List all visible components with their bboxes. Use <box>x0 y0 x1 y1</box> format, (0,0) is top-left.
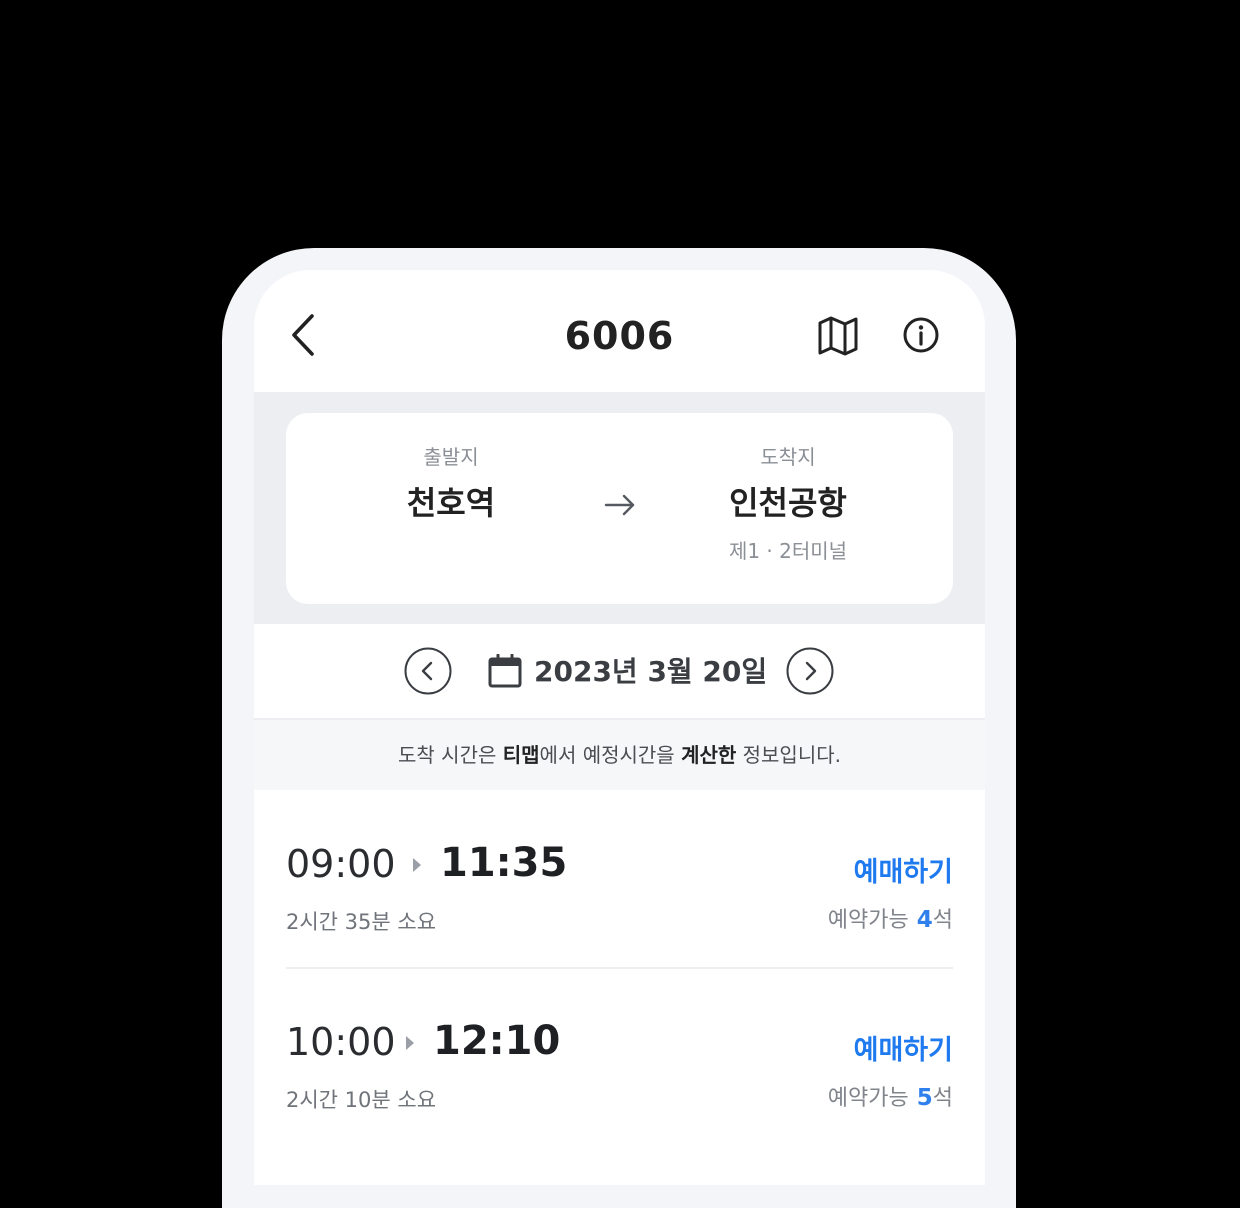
route-card: 출발지 천호역 도착지 인천공항 제1 · 2터미널 <box>286 413 953 604</box>
notice-emphasis-tmap: 티맵 <box>502 743 540 767</box>
seat-count: 4 <box>916 907 933 933</box>
selected-date[interactable]: 2023년 3월 20일 <box>534 650 767 690</box>
route-panel: 출발지 천호역 도착지 인천공항 제1 · 2터미널 <box>254 392 985 624</box>
map-icon <box>818 316 858 356</box>
arrival-time: 12:10 <box>433 1018 561 1064</box>
arrival-terminal: 제1 · 2터미널 <box>728 539 848 563</box>
info-button[interactable] <box>900 314 942 356</box>
departure-label: 출발지 <box>423 445 479 469</box>
row-divider <box>286 967 953 969</box>
arrow-right-icon <box>604 494 635 516</box>
notice-emphasis-calculated: 계산한 <box>681 743 737 767</box>
time-arrow-icon <box>406 1036 414 1050</box>
book-button[interactable]: 예매하기 <box>854 1028 953 1067</box>
next-date-button[interactable] <box>786 647 834 695</box>
arrival-label: 도착지 <box>760 445 816 469</box>
info-icon <box>903 317 939 353</box>
arrival-time: 11:35 <box>440 840 568 886</box>
seat-count: 5 <box>916 1085 933 1111</box>
chevron-left-circle-icon <box>404 647 452 695</box>
notice-text: 에서 예정시간을 <box>539 743 682 767</box>
travel-duration: 2시간 35분 소요 <box>286 910 437 934</box>
departure-time: 10:00 <box>286 1020 396 1064</box>
schedule-row[interactable]: 10:00 12:10 2시간 10분 소요 예매하기 예약가능 5석 <box>286 988 953 1138</box>
calendar-icon <box>488 654 522 688</box>
time-arrow-icon <box>413 858 421 872</box>
map-button[interactable] <box>816 314 860 358</box>
book-button[interactable]: 예매하기 <box>854 850 953 889</box>
seats-label: 예약가능 <box>827 1086 909 1111</box>
date-navigator: 2023년 3월 20일 <box>254 624 985 720</box>
arrival-time-notice: 도착 시간은 티맵에서 예정시간을 계산한 정보입니다. <box>254 720 985 790</box>
seats-label: 예약가능 <box>827 908 909 933</box>
notice-text: 도착 시간은 <box>398 743 503 767</box>
departure-time: 09:00 <box>286 842 396 886</box>
seat-unit: 석 <box>932 908 953 933</box>
prev-date-button[interactable] <box>404 647 452 695</box>
schedule-row[interactable]: 09:00 11:35 2시간 35분 소요 예매하기 예약가능 4석 <box>286 810 953 960</box>
arrival-name: 인천공항 <box>729 484 847 522</box>
app-screen: 6006 출발지 천호역 도착지 인천공항 제1 · 2터미널 2023년 3월… <box>254 270 985 1185</box>
notice-text: 정보입니다. <box>736 743 841 767</box>
arrival-stop: 도착지 인천공항 제1 · 2터미널 <box>658 443 918 565</box>
chevron-right-circle-icon <box>786 647 834 695</box>
departure-name: 천호역 <box>406 484 496 522</box>
seat-availability: 예약가능 4석 <box>828 902 953 934</box>
seat-availability: 예약가능 5석 <box>828 1080 953 1112</box>
departure-stop: 출발지 천호역 <box>321 443 581 525</box>
top-bar: 6006 <box>254 270 985 392</box>
travel-duration: 2시간 10분 소요 <box>286 1088 437 1112</box>
page-title: 6006 <box>564 314 675 358</box>
seat-unit: 석 <box>932 1086 953 1111</box>
